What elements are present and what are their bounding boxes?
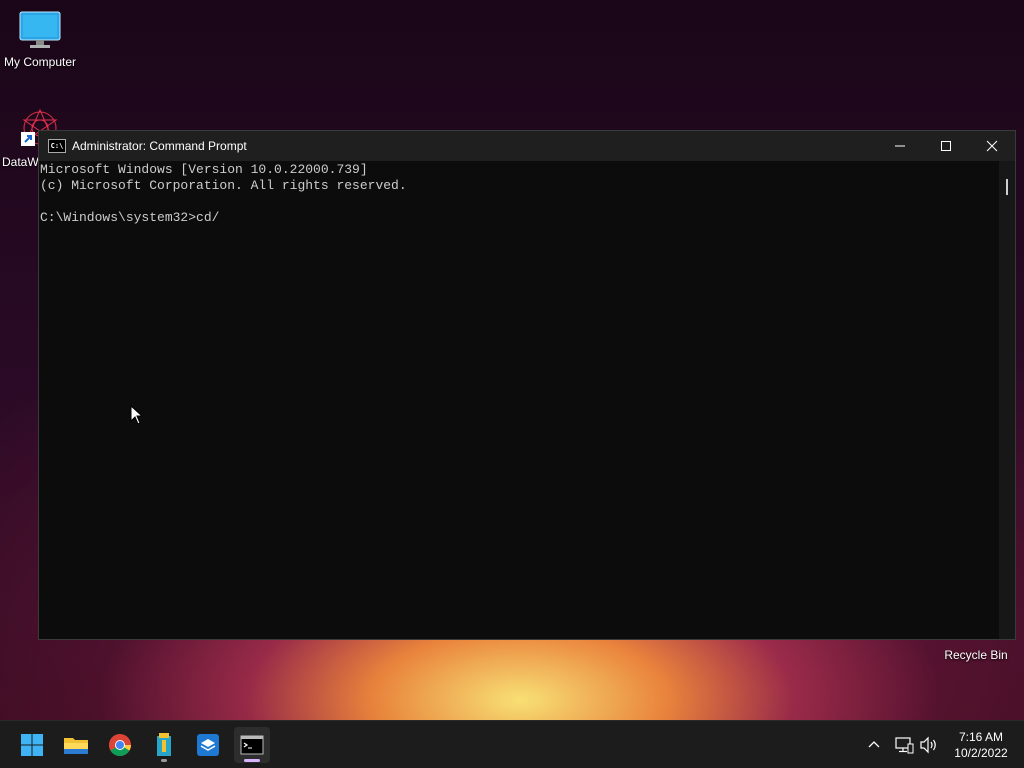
close-icon: [986, 140, 998, 152]
desktop-icon-label: My Computer: [3, 55, 77, 69]
vertical-scrollbar[interactable]: [999, 161, 1015, 639]
close-button[interactable]: [969, 131, 1015, 161]
desktop-icon-recycle-bin[interactable]: Recycle Bin: [936, 646, 1016, 662]
windows-start-icon: [21, 734, 43, 756]
taskbar-archive-app[interactable]: [146, 727, 182, 763]
mouse-pointer-icon: [130, 405, 144, 425]
sandbox-app-icon: [197, 734, 219, 756]
running-indicator: [161, 759, 167, 762]
clock-date: 10/2/2022: [954, 746, 1008, 760]
window-title: Administrator: Command Prompt: [72, 139, 247, 153]
command-prompt-icon: C:\: [48, 139, 66, 153]
taskbar-command-prompt[interactable]: [234, 727, 270, 763]
active-indicator: [244, 759, 260, 762]
taskbar: 7:16 AM 10/2/2022: [0, 720, 1024, 768]
command-prompt-icon: [240, 735, 264, 755]
console-line: (c) Microsoft Corporation. All rights re…: [40, 178, 407, 193]
show-hidden-icons-button[interactable]: [866, 721, 882, 768]
speaker-icon: [920, 736, 936, 754]
console-prompt-line: C:\Windows\system32>cd/: [40, 210, 220, 225]
chevron-up-icon: [868, 741, 880, 748]
volume-control[interactable]: [919, 721, 939, 768]
scrollbar-thumb[interactable]: [1006, 179, 1008, 195]
taskbar-sandbox-app[interactable]: [190, 727, 226, 763]
console-line: Microsoft Windows [Version 10.0.22000.73…: [40, 162, 368, 177]
taskbar-clock[interactable]: 7:16 AM 10/2/2022: [946, 729, 1016, 761]
monitor-icon: [19, 11, 61, 48]
minimize-icon: [895, 145, 905, 147]
command-prompt-window[interactable]: C:\ Administrator: Command Prompt Micros…: [38, 130, 1016, 640]
maximize-button[interactable]: [923, 131, 969, 161]
archive-app-icon: [157, 733, 171, 756]
taskbar-chrome[interactable]: [102, 727, 138, 763]
network-status[interactable]: [894, 721, 914, 768]
minimize-button[interactable]: [877, 131, 923, 161]
desktop-icon-label: Recycle Bin: [944, 648, 1008, 662]
start-button[interactable]: [14, 727, 50, 763]
maximize-icon: [941, 141, 951, 151]
clock-time: 7:16 AM: [958, 730, 1004, 744]
console-output[interactable]: Microsoft Windows [Version 10.0.22000.73…: [39, 161, 999, 639]
window-titlebar[interactable]: C:\ Administrator: Command Prompt: [39, 131, 1015, 161]
desktop-icon-my-computer[interactable]: My Computer: [0, 10, 80, 69]
network-icon: [895, 737, 914, 754]
chrome-icon: [109, 734, 131, 756]
file-explorer-icon: [64, 738, 88, 754]
taskbar-file-explorer[interactable]: [58, 727, 94, 763]
